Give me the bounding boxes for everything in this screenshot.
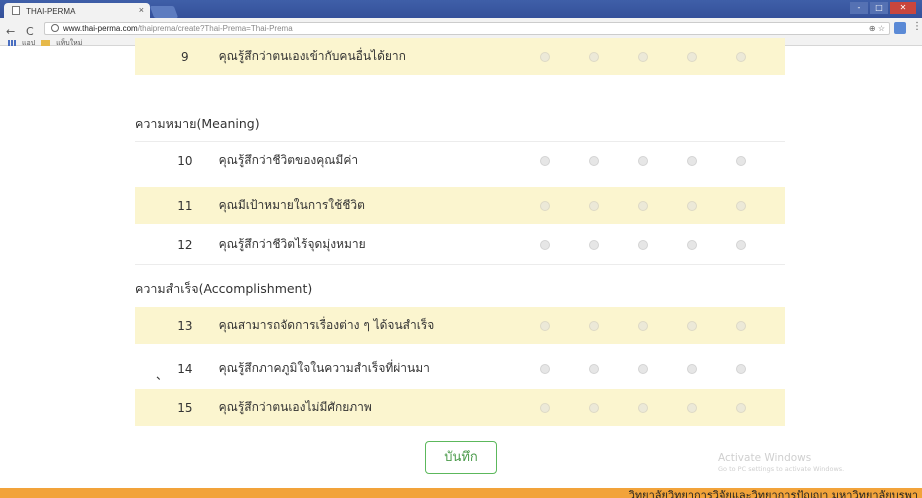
section-heading-accomplishment: ความสำเร็จ(Accomplishment) <box>135 281 313 296</box>
rating-radio-5[interactable] <box>736 363 746 374</box>
question-number: 10 <box>177 153 193 168</box>
rating-radio-4[interactable] <box>687 200 697 211</box>
footer-bar: วิทยาลัยวิทยาการวิจัยและวิทยาการปัญญา มห… <box>0 488 922 498</box>
questionnaire-content: 9 คุณรู้สึกว่าตนเองเข้ากับคนอื่นได้ยาก ค… <box>0 38 922 488</box>
question-number: 14 <box>177 361 193 376</box>
rating-radio-3[interactable] <box>638 200 648 211</box>
rating-radio-4[interactable] <box>687 402 697 413</box>
close-window-button[interactable]: ✕ <box>890 2 916 14</box>
rating-radio-2[interactable] <box>589 155 599 166</box>
rating-options <box>540 239 785 250</box>
question-text: คุณสามารถจัดการเรื่องต่าง ๆ ได้จนสำเร็จ <box>218 318 435 332</box>
rating-radio-2[interactable] <box>589 51 599 62</box>
rating-options <box>540 51 785 62</box>
rating-radio-5[interactable] <box>736 51 746 62</box>
question-text: คุณรู้สึกภาคภูมิใจในความสำเร็จที่ผ่านมา <box>218 361 430 375</box>
question-row-15: 15 คุณรู้สึกว่าตนเองไม่มีศักยภาพ <box>135 389 785 426</box>
tab-title: THAI-PERMA <box>26 7 76 16</box>
divider <box>135 264 785 265</box>
rating-radio-1[interactable] <box>540 155 550 166</box>
question-row-9: 9 คุณรู้สึกว่าตนเองเข้ากับคนอื่นได้ยาก <box>135 38 785 75</box>
rating-radio-1[interactable] <box>540 402 550 413</box>
rating-radio-5[interactable] <box>736 155 746 166</box>
rating-options <box>540 155 785 166</box>
extension-icon[interactable] <box>894 22 906 34</box>
rating-radio-3[interactable] <box>638 363 648 374</box>
tab-close-icon[interactable]: × <box>139 5 144 15</box>
activate-windows-watermark: Activate Windows Go to PC settings to ac… <box>718 452 844 473</box>
rating-radio-3[interactable] <box>638 402 648 413</box>
rating-options <box>540 200 785 211</box>
question-text: คุณมีเป้าหมายในการใช้ชีวิต <box>218 198 365 212</box>
rating-radio-2[interactable] <box>589 402 599 413</box>
question-row-13: 13 คุณสามารถจัดการเรื่องต่าง ๆ ได้จนสำเร… <box>135 307 785 344</box>
question-row-10: 10 คุณรู้สึกว่าชีวิตของคุณมีค่า <box>135 142 785 179</box>
rating-options <box>540 320 785 331</box>
watermark-subtitle: Go to PC settings to activate Windows. <box>718 465 845 473</box>
title-bar: THAI-PERMA × - □ ✕ <box>0 0 922 18</box>
rating-radio-5[interactable] <box>736 320 746 331</box>
question-number: 11 <box>177 198 193 213</box>
menu-icon[interactable]: ⋮ <box>912 21 922 32</box>
question-number: 15 <box>177 400 193 415</box>
rating-radio-4[interactable] <box>687 239 697 250</box>
rating-options <box>540 363 785 374</box>
question-number: 9 <box>181 49 189 64</box>
question-text: คุณรู้สึกว่าตนเองเข้ากับคนอื่นได้ยาก <box>218 49 406 63</box>
info-icon[interactable] <box>51 24 59 32</box>
rating-radio-4[interactable] <box>687 51 697 62</box>
question-number: 13 <box>177 318 193 333</box>
question-number: 12 <box>177 237 193 252</box>
rating-radio-5[interactable] <box>736 200 746 211</box>
watermark-title: Activate Windows <box>718 452 812 464</box>
url-input[interactable]: www.thai-perma.com/thaiprema/create?Thai… <box>44 22 890 35</box>
rating-radio-5[interactable] <box>736 402 746 413</box>
rating-radio-3[interactable] <box>638 320 648 331</box>
rating-radio-5[interactable] <box>736 239 746 250</box>
question-row-12: 12 คุณรู้สึกว่าชีวิตไร้จุดมุ่งหมาย <box>135 226 785 263</box>
rating-radio-2[interactable] <box>589 239 599 250</box>
rating-radio-1[interactable] <box>540 51 550 62</box>
question-text: คุณรู้สึกว่าชีวิตไร้จุดมุ่งหมาย <box>218 237 366 251</box>
rating-radio-4[interactable] <box>687 363 697 374</box>
rating-radio-2[interactable] <box>589 200 599 211</box>
question-text: คุณรู้สึกว่าตนเองไม่มีศักยภาพ <box>218 400 372 414</box>
minimize-button[interactable]: - <box>850 2 868 14</box>
rating-radio-4[interactable] <box>687 320 697 331</box>
rating-radio-1[interactable] <box>540 363 550 374</box>
footer-text: วิทยาลัยวิทยาการวิจัยและวิทยาการปัญญา มห… <box>628 489 918 498</box>
url-host: www.thai-perma.com <box>63 24 138 33</box>
rating-radio-3[interactable] <box>638 155 648 166</box>
question-row-14: 14 คุณรู้สึกภาคภูมิใจในความสำเร็จที่ผ่าน… <box>135 350 785 387</box>
new-tab-button[interactable] <box>149 6 179 18</box>
window-controls: - □ ✕ <box>850 2 916 14</box>
rating-radio-1[interactable] <box>540 320 550 331</box>
url-path: /thaiprema/create?Thai-Prema=Thai-Prema <box>137 24 293 33</box>
reload-icon[interactable]: C <box>26 25 34 38</box>
section-heading-meaning: ความหมาย(Meaning) <box>135 116 260 131</box>
zoom-star-icons[interactable]: ⊕ ☆ <box>869 24 885 33</box>
back-icon[interactable]: ← <box>6 25 15 38</box>
save-button[interactable]: บันทึก <box>425 441 497 474</box>
rating-radio-3[interactable] <box>638 239 648 250</box>
page-icon <box>12 6 20 15</box>
maximize-button[interactable]: □ <box>870 2 888 14</box>
rating-radio-3[interactable] <box>638 51 648 62</box>
rating-options <box>540 402 785 413</box>
rating-radio-1[interactable] <box>540 200 550 211</box>
rating-radio-1[interactable] <box>540 239 550 250</box>
rating-radio-4[interactable] <box>687 155 697 166</box>
rating-radio-2[interactable] <box>589 363 599 374</box>
browser-tab[interactable]: THAI-PERMA × <box>4 3 150 18</box>
rating-radio-2[interactable] <box>589 320 599 331</box>
question-text: คุณรู้สึกว่าชีวิตของคุณมีค่า <box>218 153 359 167</box>
question-row-11: 11 คุณมีเป้าหมายในการใช้ชีวิต <box>135 187 785 224</box>
